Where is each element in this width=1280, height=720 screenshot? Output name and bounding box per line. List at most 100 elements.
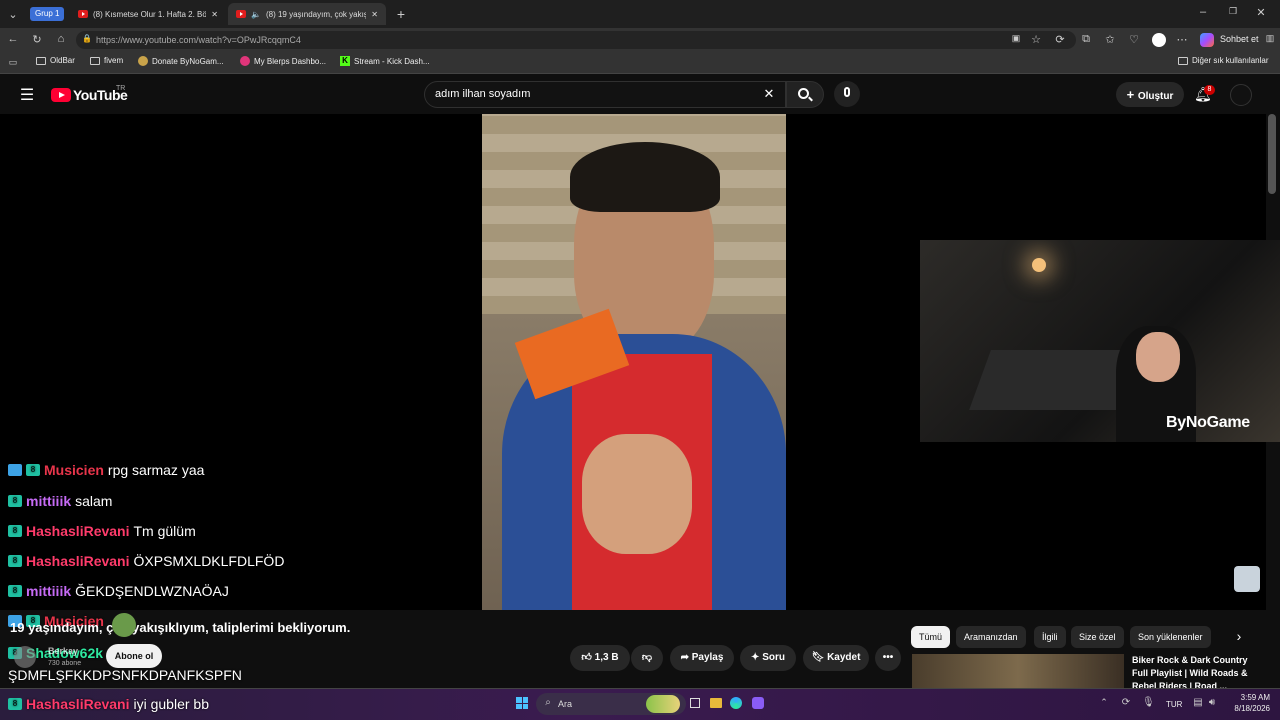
voice-search-button[interactable] <box>834 81 860 107</box>
show-hidden-icons-icon[interactable]: ⌃ <box>1098 697 1110 708</box>
tab-title: (8) 19 yaşındayım, çok yakışıklıyım <box>265 9 367 19</box>
favorite-star-icon[interactable]: ☆ <box>1030 33 1042 46</box>
file-explorer-icon[interactable] <box>710 698 722 708</box>
tab-actions-chevron-icon[interactable]: ⌄ <box>6 8 20 21</box>
task-view-icon[interactable] <box>690 698 700 708</box>
close-window-icon[interactable]: ✕ <box>1254 6 1268 19</box>
hamburger-menu-icon[interactable]: ☰ <box>18 85 36 105</box>
like-count: 1,3 B <box>594 652 619 663</box>
profile-avatar-icon[interactable] <box>1152 33 1166 47</box>
back-icon[interactable]: ← <box>6 33 20 45</box>
search-highlight-image <box>646 695 680 713</box>
bookmark-icon: 🔖︎ <box>811 652 828 663</box>
collections-icon[interactable]: ▭ <box>6 57 20 68</box>
notification-count-badge: 8 <box>1204 85 1215 95</box>
share-button[interactable]: ➦ Paylaş <box>670 645 734 671</box>
more-menu-icon[interactable]: ⋯ <box>1176 33 1188 46</box>
chat-text: ÖXPSMXLDKLFDLFÖD <box>133 553 285 569</box>
update-icon[interactable]: ⟳ <box>1120 697 1132 708</box>
subscriber-count: 730 abone <box>48 660 82 667</box>
chat-username: mittiiik <box>26 493 72 509</box>
tab-current-video[interactable]: 🔈 (8) 19 yaşındayım, çok yakışıklıyım ✕ <box>228 3 386 25</box>
subscribe-button[interactable]: Abone ol <box>106 644 162 668</box>
tab-group-label[interactable]: Grup 1 <box>30 7 65 21</box>
chip-all[interactable]: Tümü <box>911 626 951 648</box>
other-bookmarks[interactable]: Diğer sık kullanılanlar <box>1178 56 1268 65</box>
copilot-label[interactable]: Sohbet et <box>1220 34 1259 44</box>
edge-browser-icon[interactable] <box>730 697 742 709</box>
thumbs-down-icon: 👎︎ <box>641 652 653 663</box>
taskbar-clock[interactable]: 3:59 AM 8/18/2026 <box>1224 692 1270 714</box>
chat-text: ĞEKDŞENDLWZNAÖAJ <box>75 583 229 599</box>
create-button[interactable]: + Oluştur <box>1116 82 1184 107</box>
home-icon[interactable]: ⌂ <box>54 33 68 45</box>
ask-button[interactable]: ✦ Soru <box>740 645 796 671</box>
chat-username: HashasliRevani <box>26 696 130 712</box>
restore-icon[interactable]: ❐ <box>1226 6 1240 17</box>
volume-icon[interactable]: 🔊︎ <box>1206 697 1218 708</box>
sidebar-icon[interactable]: ▥ <box>1264 33 1276 44</box>
input-language[interactable]: TUR <box>1166 700 1182 709</box>
microphone-icon <box>844 87 850 97</box>
chip-recently-uploaded[interactable]: Son yüklenenler <box>1130 626 1211 648</box>
chip-related[interactable]: İlgili <box>1034 626 1066 648</box>
bookmark-blerps[interactable]: My Blerps Dashbo... <box>240 56 326 66</box>
dislike-button[interactable]: 👎︎ <box>631 645 663 671</box>
chat-message: 8 mittiiik ĞEKDŞENDLWZNAÖAJ <box>8 583 229 599</box>
network-icon[interactable]: ▤ <box>1192 697 1204 708</box>
thumbs-up-icon: 👍︎ <box>581 652 595 663</box>
clear-search-icon[interactable]: ✕ <box>762 86 776 102</box>
channel-avatar[interactable] <box>14 646 36 668</box>
microphone-tray-icon[interactable]: 🎙︎ <box>1142 697 1155 708</box>
chat-text: rpg sarmaz yaa <box>107 462 205 478</box>
ask-label: Soru <box>762 652 785 663</box>
chips-next-chevron-icon[interactable]: › <box>1232 628 1246 644</box>
like-button[interactable]: 👍︎ 1,3 B <box>570 645 630 671</box>
close-tab-icon[interactable]: ✕ <box>371 10 378 19</box>
bookmark-oldbar[interactable]: OldBar <box>36 56 75 65</box>
moderator-badge-icon <box>8 464 22 476</box>
speaker-icon[interactable]: 🔈 <box>251 10 261 19</box>
account-avatar[interactable] <box>1230 84 1252 106</box>
reload-icon[interactable]: ↻ <box>30 33 44 46</box>
more-actions-button[interactable]: ••• <box>875 645 901 671</box>
chat-message: 8 HashasliRevani ÖXPSMXLDKLFDLFÖD <box>8 553 284 569</box>
app-icon[interactable]: ▣ <box>1010 33 1022 44</box>
close-tab-icon[interactable]: ✕ <box>211 10 218 19</box>
copilot-icon[interactable] <box>1200 33 1214 47</box>
chip-from-search[interactable]: Aramanızdan <box>956 626 1026 648</box>
chat-username: Musicien <box>44 462 104 478</box>
bookmark-label: OldBar <box>50 56 75 65</box>
create-label: Oluştur <box>1137 91 1174 102</box>
recommendation-title[interactable]: Biker Rock & Dark Country Full Playlist … <box>1132 654 1252 688</box>
split-screen-icon[interactable]: ⧉ <box>1080 33 1092 46</box>
video-frame[interactable] <box>482 114 786 610</box>
taskbar-search-icon: ⌕ <box>545 697 551 708</box>
channel-name[interactable]: Berkay <box>48 646 78 656</box>
chip-for-you[interactable]: Size özel <box>1071 626 1124 648</box>
bookmark-fivem[interactable]: fivem <box>90 56 123 65</box>
favorites-icon[interactable]: ✩ <box>1104 33 1116 46</box>
lock-icon[interactable]: 🔒 <box>82 34 92 43</box>
page-scrollbar[interactable] <box>1268 114 1276 194</box>
minimize-icon[interactable]: – <box>1196 6 1210 18</box>
blerp-favicon-icon <box>240 56 250 66</box>
extensions-icon[interactable]: ⟳ <box>1054 33 1066 46</box>
chat-message: 8 HashasliRevani Tm gülüm <box>8 523 196 539</box>
folder-icon <box>36 56 46 65</box>
browser-essentials-icon[interactable]: ♡ <box>1128 33 1140 46</box>
bookmark-donate[interactable]: Donate ByNoGam... <box>138 56 224 66</box>
bookmark-kick[interactable]: K Stream - Kick Dash... <box>340 56 430 66</box>
tab-kismetse-olur[interactable]: (8) Kısmetse Olur 1. Hafta 2. Bölüm ✕ <box>70 3 226 25</box>
new-tab-icon[interactable]: + <box>394 6 408 22</box>
chat-username: HashasliRevani <box>26 523 130 539</box>
windows-start-icon[interactable] <box>516 697 528 709</box>
search-input[interactable]: adım ilhan soyadım <box>424 81 786 108</box>
chat-message: 8 HashasliRevani iyi gubler bb <box>8 696 209 712</box>
video-title: 19 yaşındayım, çok yakışıklıyım, taliple… <box>10 620 351 635</box>
chat-text: salam <box>75 493 113 509</box>
app-taskbar-icon[interactable] <box>752 697 764 709</box>
search-button[interactable] <box>786 81 824 108</box>
save-button[interactable]: 🔖︎ Kaydet <box>803 645 869 671</box>
url-field[interactable]: https://www.youtube.com/watch?v=OPwJRcqq… <box>76 31 1076 49</box>
